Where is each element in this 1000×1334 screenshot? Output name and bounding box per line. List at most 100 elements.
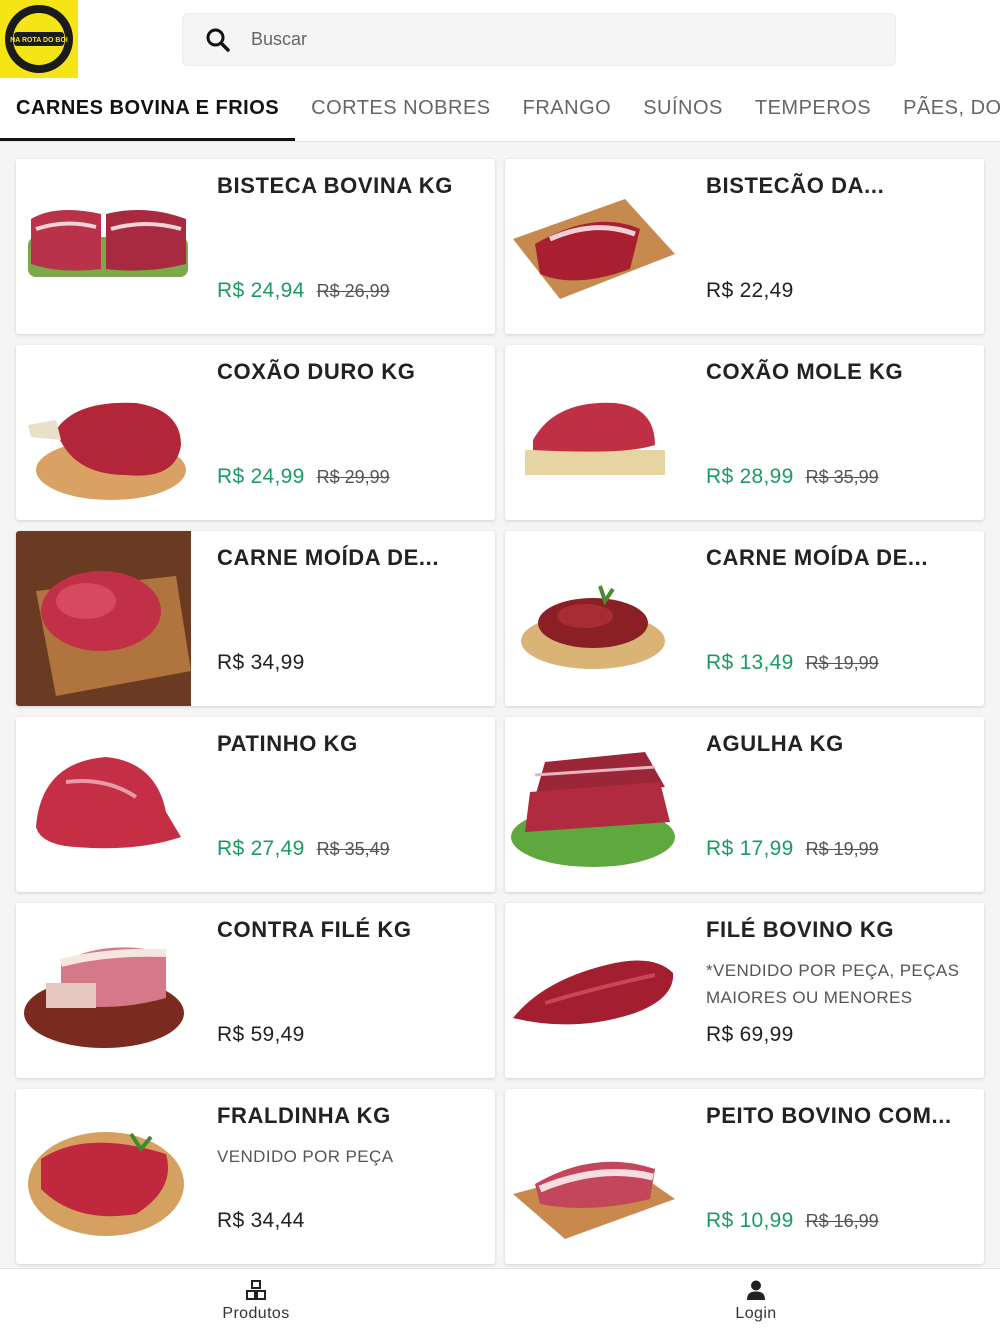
search-icon	[206, 28, 230, 52]
product-info: BISTECA BOVINA KG R$ 24,94 R$ 26,99	[191, 159, 495, 334]
product-title: FRALDINHA KG	[217, 1103, 391, 1128]
product-old-price: R$ 35,99	[805, 467, 879, 487]
product-prices: R$ 34,44	[217, 1209, 305, 1233]
product-old-price: R$ 35,49	[316, 839, 390, 859]
file-bovino-image	[505, 903, 680, 1078]
product-title: PEITO BOVINO COM...	[706, 1103, 952, 1128]
product-title: BISTECA BOVINA KG	[217, 173, 453, 198]
product-title: PATINHO KG	[217, 731, 358, 756]
product-price: R$ 59,49	[217, 1023, 305, 1046]
store-logo[interactable]: NA ROTA DO BOI	[0, 0, 78, 78]
product-price: R$ 24,94	[217, 279, 305, 302]
product-price: R$ 17,99	[706, 837, 794, 860]
product-card[interactable]: PEITO BOVINO COM... R$ 10,99 R$ 16,99	[505, 1089, 984, 1264]
product-title: COXÃO DURO KG	[217, 359, 416, 384]
product-prices: R$ 69,99	[706, 1023, 794, 1047]
product-prices: R$ 28,99 R$ 35,99	[706, 465, 879, 489]
product-price: R$ 69,99	[706, 1023, 794, 1046]
tab-5[interactable]: PÃES, DOCES	[887, 86, 1000, 141]
product-info: CARNE MOÍDA DE... R$ 13,49 R$ 19,99	[680, 531, 984, 706]
nav-produtos-label: Produtos	[222, 1305, 290, 1322]
product-prices: R$ 24,99 R$ 29,99	[217, 465, 390, 489]
product-info: COXÃO MOLE KG R$ 28,99 R$ 35,99	[680, 345, 984, 520]
product-price: R$ 13,49	[706, 651, 794, 674]
tab-3[interactable]: SUÍNOS	[627, 86, 739, 141]
tab-1[interactable]: CORTES NOBRES	[295, 86, 507, 141]
product-price: R$ 34,99	[217, 651, 305, 674]
product-card[interactable]: COXÃO DURO KG R$ 24,99 R$ 29,99	[16, 345, 495, 520]
product-info: COXÃO DURO KG R$ 24,99 R$ 29,99	[191, 345, 495, 520]
product-card[interactable]: COXÃO MOLE KG R$ 28,99 R$ 35,99	[505, 345, 984, 520]
peito-bovino-image	[505, 1089, 680, 1264]
product-price: R$ 34,44	[217, 1209, 305, 1232]
contra-file-image	[16, 903, 191, 1078]
nav-produtos[interactable]: Produtos	[0, 1269, 512, 1334]
product-card[interactable]: FILÉ BOVINO KG *VENDIDO POR PEÇA, PEÇAS M…	[505, 903, 984, 1078]
tab-4[interactable]: TEMPEROS	[739, 86, 887, 141]
user-icon	[747, 1280, 765, 1300]
product-card[interactable]: CARNE MOÍDA DE... R$ 34,99	[16, 531, 495, 706]
product-card[interactable]: BISTECA BOVINA KG R$ 24,94 R$ 26,99	[16, 159, 495, 334]
product-price: R$ 28,99	[706, 465, 794, 488]
carne-moida-prato-image	[505, 531, 680, 706]
product-price: R$ 10,99	[706, 1209, 794, 1232]
product-prices: R$ 34,99	[217, 651, 305, 675]
patinho-image	[16, 717, 191, 892]
tab-2[interactable]: FRANGO	[507, 86, 628, 141]
boxes-icon	[246, 1280, 266, 1300]
product-info: PEITO BOVINO COM... R$ 10,99 R$ 16,99	[680, 1089, 984, 1264]
product-card[interactable]: PATINHO KG R$ 27,49 R$ 35,49	[16, 717, 495, 892]
product-info: BISTECÃO DA... R$ 22,49	[680, 159, 984, 334]
product-description: *VENDIDO POR PEÇA, PEÇAS MAIORES OU MENO…	[706, 961, 960, 1007]
agulha-image	[505, 717, 680, 892]
product-title: COXÃO MOLE KG	[706, 359, 904, 384]
product-grid: BISTECA BOVINA KG R$ 24,94 R$ 26,99 BISTECÃ…	[16, 159, 984, 1264]
product-info: CONTRA FILÉ KG R$ 59,49	[191, 903, 495, 1078]
bottom-navigation: Produtos Login	[0, 1268, 1000, 1334]
product-info: AGULHA KG R$ 17,99 R$ 19,99	[680, 717, 984, 892]
product-price: R$ 24,99	[217, 465, 305, 488]
search-input[interactable]	[251, 29, 851, 50]
nav-login[interactable]: Login	[512, 1269, 1000, 1334]
product-prices: R$ 22,49	[706, 279, 794, 303]
product-prices: R$ 24,94 R$ 26,99	[217, 279, 390, 303]
product-prices: R$ 59,49	[217, 1023, 305, 1047]
product-title: CARNE MOÍDA DE...	[217, 545, 440, 570]
logo-text: NA ROTA DO BOI	[10, 37, 68, 44]
nav-login-label: Login	[735, 1305, 777, 1322]
product-price: R$ 22,49	[706, 279, 794, 302]
product-info: CARNE MOÍDA DE... R$ 34,99	[191, 531, 495, 706]
product-card[interactable]: CONTRA FILÉ KG R$ 59,49	[16, 903, 495, 1078]
product-prices: R$ 17,99 R$ 19,99	[706, 837, 879, 861]
product-title: CONTRA FILÉ KG	[217, 917, 412, 942]
product-title: BISTECÃO DA...	[706, 173, 885, 198]
product-card[interactable]: AGULHA KG R$ 17,99 R$ 19,99	[505, 717, 984, 892]
product-title: AGULHA KG	[706, 731, 844, 756]
product-title: FILÉ BOVINO KG	[706, 917, 895, 942]
product-price: R$ 27,49	[217, 837, 305, 860]
product-description: VENDIDO POR PEÇA	[217, 1147, 394, 1166]
product-old-price: R$ 19,99	[805, 653, 879, 673]
tab-0[interactable]: CARNES BOVINA E FRIOS	[0, 86, 296, 141]
carne-moida-image	[16, 531, 191, 706]
product-prices: R$ 13,49 R$ 19,99	[706, 651, 879, 675]
product-old-price: R$ 26,99	[316, 281, 390, 301]
product-old-price: R$ 29,99	[316, 467, 390, 487]
product-old-price: R$ 16,99	[805, 1211, 879, 1231]
product-info: PATINHO KG R$ 27,49 R$ 35,49	[191, 717, 495, 892]
product-title: CARNE MOÍDA DE...	[706, 545, 929, 570]
fraldinha-image	[16, 1089, 191, 1264]
product-info: FRALDINHA KG VENDIDO POR PEÇA R$ 34,44	[191, 1089, 495, 1264]
product-card[interactable]: FRALDINHA KG VENDIDO POR PEÇA R$ 34,44	[16, 1089, 495, 1264]
search-bar[interactable]	[182, 13, 896, 66]
category-tabs: CARNES BOVINA E FRIOS CORTES NOBRES FRANGO…	[0, 86, 1000, 142]
product-card[interactable]: BISTECÃO DA... R$ 22,49	[505, 159, 984, 334]
bisteca-image	[16, 159, 191, 334]
top-bar: NA ROTA DO BOI CARNES BOVINA E FRIOSCORT…	[0, 0, 1000, 142]
coxao-mole-image	[505, 345, 680, 520]
bistecao-image	[505, 159, 680, 334]
product-old-price: R$ 19,99	[805, 839, 879, 859]
product-info: FILÉ BOVINO KG *VENDIDO POR PEÇA, PEÇAS M…	[680, 903, 984, 1078]
product-prices: R$ 27,49 R$ 35,49	[217, 837, 390, 861]
product-card[interactable]: CARNE MOÍDA DE... R$ 13,49 R$ 19,99	[505, 531, 984, 706]
